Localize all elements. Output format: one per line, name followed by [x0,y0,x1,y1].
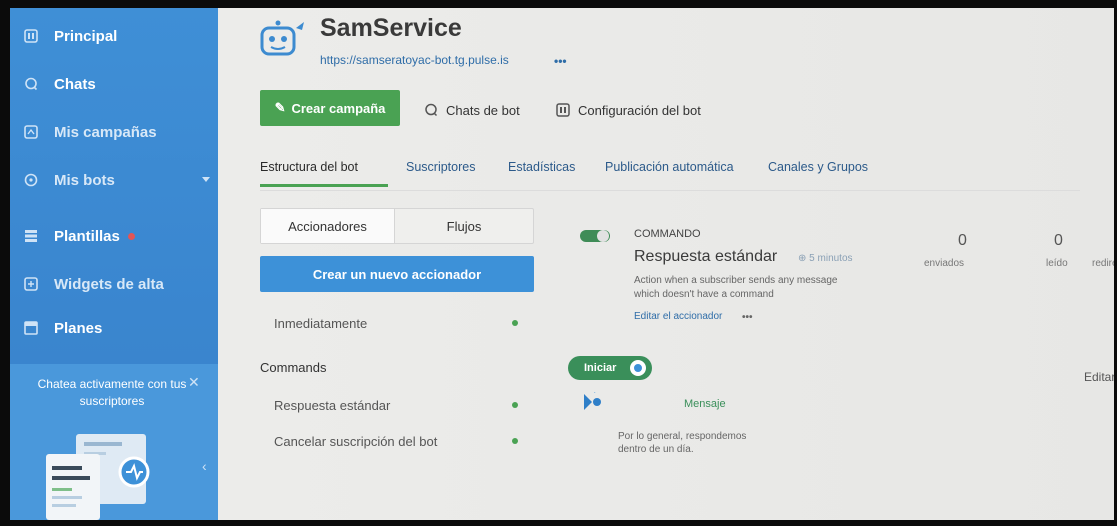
active-tab-indicator [260,184,388,187]
sidebar-item-label: Mis campañas [54,123,157,141]
sidebar: Principal Chats Mis campañas Mis bots Pl… [10,8,218,520]
stat-read-label: leído [1046,258,1068,269]
status-dot [512,438,518,444]
start-node[interactable]: Iniciar [568,356,652,380]
chevron-left-icon[interactable]: ‹ [202,458,207,474]
tab-suscriptores[interactable]: Suscriptores [406,160,475,174]
chat-bubble-icon [425,103,438,117]
tab-canales[interactable]: Canales y Grupos [768,160,868,174]
edit-icon: ✎ [274,100,286,115]
sidebar-item-label: Principal [54,27,118,45]
stat-redirect-label: redire [1092,258,1114,269]
bot-avatar-icon [260,20,304,56]
trigger-timer: ⊕ 5 minutos [798,253,853,264]
bot-icon [24,173,38,187]
stat-sent-label: enviados [924,258,965,269]
sidebar-item-widgets[interactable]: Widgets de alta [10,266,218,302]
sidebar-item-label: Widgets de alta [54,275,164,293]
trigger-label: Inmediatamente [274,315,368,331]
message-node-label[interactable]: Mensaje [684,398,726,410]
bot-chats-button[interactable]: Chats de bot [424,98,520,122]
trigger-type: COMMANDO [634,228,701,240]
sidebar-item-principal[interactable]: Principal [10,18,218,54]
tab-estadisticas[interactable]: Estadísticas [508,160,575,174]
chevron-down-icon[interactable] [202,177,210,182]
sidebar-item-mis-bots[interactable]: Mis bots [10,162,218,198]
connector-icon[interactable] [630,360,646,376]
bot-chats-label: Chats de bot [446,102,520,118]
flujos-toggle[interactable]: Flujos [395,209,533,243]
widget-icon [24,277,38,291]
bot-config-button[interactable]: Configuración del bot [556,98,701,122]
tab-estructura[interactable]: Estructura del bot [260,160,358,174]
create-trigger-button[interactable]: Crear un nuevo accionador [260,256,534,292]
tab-bar: Estructura del bot Suscriptores Estadíst… [260,154,900,194]
sidebar-item-mis-campanas[interactable]: Mis campañas [10,114,218,150]
trigger-item-unsubscribe[interactable]: Cancelar suscripción del bot [260,426,534,456]
sidebar-item-label: Mis bots [54,171,115,189]
sidebar-item-label: Chats [54,75,96,93]
start-label: Iniciar [584,362,617,374]
close-icon[interactable]: ✕ [188,374,200,391]
tab-publicacion[interactable]: Publicación automática [605,160,734,174]
trigger-title: Respuesta estándar [634,248,778,265]
accionadores-toggle[interactable]: Accionadores [261,209,395,243]
clock-icon: ⊕ [798,253,807,264]
response-time-note: Por lo general, respondemos dentro de un… [618,430,788,456]
bot-name: SamService [320,14,462,42]
sidebar-item-label: Planes [54,319,103,337]
create-campaign-label: Crear campaña [291,100,386,116]
promo-illustration-icon [46,434,150,520]
sidebar-item-planes[interactable]: Planes [10,310,218,346]
notification-dot [127,232,135,240]
trigger-item-standard[interactable]: Respuesta estándar [260,390,534,420]
description-line: which doesn't have a command [634,289,774,300]
promo-card: Chatea activamente con tus suscriptores … [10,364,218,520]
commands-heading: Commands [260,360,327,375]
chat-bubble-icon [24,77,38,91]
timer-label: 5 minutos [809,253,853,264]
status-dot [512,320,518,326]
main-content: SamService https://samseratoyac-bot.tg.p… [218,8,1114,520]
trigger-description: Action when a subscriber sends any messa… [634,274,894,302]
create-campaign-button[interactable]: ✎ Crear campaña [260,90,400,126]
settings-square-icon [556,103,570,117]
view-switcher: Accionadores Flujos [260,208,534,244]
plans-icon [24,321,38,335]
campaign-icon [24,125,38,139]
edit-flow-button[interactable]: Editar e [1084,370,1114,384]
description-line: Action when a subscriber sends any messa… [634,275,838,286]
promo-text: Chatea activamente con tus suscriptores [37,377,187,408]
divider [260,190,1080,191]
sidebar-item-label: Plantillas [54,227,120,245]
message-node-icon [584,392,601,410]
bot-url-link[interactable]: https://samseratoyac-bot.tg.pulse.is [320,53,509,67]
home-square-icon [24,29,38,43]
app-window: Principal Chats Mis campañas Mis bots Pl… [10,8,1114,520]
trigger-toggle[interactable] [580,230,610,242]
template-icon [24,229,38,243]
trigger-label: Cancelar suscripción del bot [274,433,438,449]
sidebar-item-plantillas[interactable]: Plantillas [10,218,218,254]
trigger-label: Respuesta estándar [274,397,391,413]
edit-trigger-link[interactable]: Editar el accionador [634,311,722,322]
more-options-icon[interactable]: ••• [554,54,567,68]
stat-sent-value: 0 [958,232,967,249]
more-options-icon[interactable]: ••• [742,312,753,323]
stat-read-value: 0 [1054,232,1063,249]
note-line: Por lo general, respondemos [618,431,747,442]
note-line: dentro de un día. [618,444,694,455]
sidebar-item-chats[interactable]: Chats [10,66,218,102]
status-dot [512,402,518,408]
bot-config-label: Configuración del bot [578,102,701,118]
trigger-item-immediate[interactable]: Inmediatamente [260,308,534,338]
